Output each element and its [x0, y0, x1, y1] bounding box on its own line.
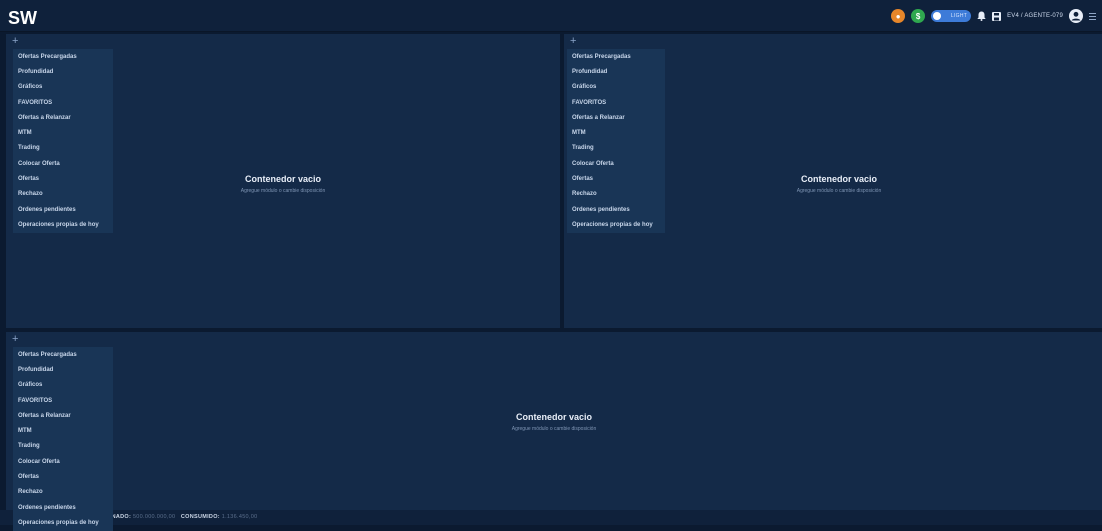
menu-item-trading[interactable]: Trading: [13, 439, 113, 454]
top-bar: SW ● $ LIGHT EV4 / AGENTE-079: [0, 0, 1102, 32]
theme-toggle-label: LIGHT: [950, 13, 968, 19]
empty-container-message: Contenedor vacio Agregue módulo o cambie…: [454, 412, 654, 432]
menu-item-graficos[interactable]: Gráficos: [567, 80, 665, 95]
menu-item-favoritos[interactable]: FAVORITOS: [567, 95, 665, 110]
budget-summary: GNADO: 500.000.000,00 CONSUMIDO: 1.136.4…: [107, 514, 257, 520]
menu-item-ofertas-precargadas[interactable]: Ofertas Precargadas: [13, 49, 113, 64]
menu-item-ofertas-precargadas[interactable]: Ofertas Precargadas: [13, 347, 113, 362]
container-top-left: + Ofertas Precargadas Profundidad Gráfic…: [6, 34, 560, 328]
dollar-icon[interactable]: $: [911, 9, 926, 23]
app-logo[interactable]: SW: [8, 5, 38, 27]
menu-item-ofertas-a-relanzar[interactable]: Ofertas a Relanzar: [13, 408, 113, 423]
consumed-value: 1.136.450,00: [221, 514, 258, 520]
menu-item-operaciones-propias[interactable]: Operaciones propias de hoy: [13, 217, 113, 232]
menu-item-ofertas[interactable]: Ofertas: [13, 469, 113, 484]
bell-icon[interactable]: [977, 11, 986, 21]
container-top-right: + Ofertas Precargadas Profundidad Gráfic…: [564, 34, 1102, 328]
menu-item-ofertas[interactable]: Ofertas: [13, 171, 113, 186]
menu-icon[interactable]: [1089, 12, 1096, 20]
status-bar: GNADO: 500.000.000,00 CONSUMIDO: 1.136.4…: [0, 510, 1102, 525]
empty-container-message: Contenedor vacio Agregue módulo o cambie…: [183, 174, 383, 194]
menu-item-rechazo[interactable]: Rechazo: [13, 187, 113, 202]
coin-icon[interactable]: ●: [891, 9, 906, 23]
toggle-knob: [933, 12, 942, 20]
empty-container-title: Contenedor vacio: [244, 174, 321, 184]
module-menu: Ofertas Precargadas Profundidad Gráficos…: [13, 49, 113, 233]
menu-item-rechazo[interactable]: Rechazo: [13, 485, 113, 500]
empty-container-subtitle: Agregue módulo o cambie disposición: [511, 426, 597, 432]
menu-item-mtm[interactable]: MTM: [13, 125, 113, 140]
menu-item-ofertas-a-relanzar[interactable]: Ofertas a Relanzar: [13, 110, 113, 125]
add-module-button[interactable]: +: [570, 36, 576, 47]
module-menu: Ofertas Precargadas Profundidad Gráficos…: [13, 347, 113, 531]
menu-item-profundidad[interactable]: Profundidad: [13, 64, 113, 79]
sw-logo-icon: SW: [8, 8, 37, 27]
menu-item-profundidad[interactable]: Profundidad: [567, 64, 665, 79]
menu-item-ordenes-pendientes[interactable]: Ordenes pendientes: [13, 500, 113, 515]
menu-item-ofertas[interactable]: Ofertas: [567, 171, 665, 186]
consumed-label: CONSUMIDO:: [180, 514, 220, 520]
menu-item-ordenes-pendientes[interactable]: Ordenes pendientes: [13, 202, 113, 217]
empty-container-subtitle: Agregue módulo o cambie disposición: [240, 188, 326, 194]
menu-item-favoritos[interactable]: FAVORITOS: [13, 95, 113, 110]
menu-item-ofertas-a-relanzar[interactable]: Ofertas a Relanzar: [567, 110, 665, 125]
theme-toggle[interactable]: LIGHT: [931, 10, 972, 22]
menu-item-ordenes-pendientes[interactable]: Ordenes pendientes: [567, 202, 665, 217]
menu-item-favoritos[interactable]: FAVORITOS: [13, 393, 113, 408]
menu-item-profundidad[interactable]: Profundidad: [13, 362, 113, 377]
menu-item-colocar-oferta[interactable]: Colocar Oferta: [13, 454, 113, 469]
menu-item-colocar-oferta[interactable]: Colocar Oferta: [567, 156, 665, 171]
menu-item-trading[interactable]: Trading: [567, 141, 665, 156]
menu-item-ofertas-precargadas[interactable]: Ofertas Precargadas: [567, 49, 665, 64]
add-module-button[interactable]: +: [12, 334, 18, 345]
empty-container-title: Contenedor vacio: [800, 174, 877, 184]
empty-container-subtitle: Agregue módulo o cambie disposición: [796, 188, 882, 194]
menu-item-rechazo[interactable]: Rechazo: [567, 187, 665, 202]
assigned-value: 500.000.000,00: [132, 514, 176, 520]
add-module-button[interactable]: +: [12, 36, 18, 47]
menu-item-colocar-oferta[interactable]: Colocar Oferta: [13, 156, 113, 171]
empty-container-message: Contenedor vacio Agregue módulo o cambie…: [739, 174, 939, 194]
svg-text:SW: SW: [8, 8, 37, 27]
user-icon[interactable]: [1069, 9, 1083, 23]
save-icon[interactable]: [992, 11, 1002, 21]
menu-item-graficos[interactable]: Gráficos: [13, 378, 113, 393]
module-menu: Ofertas Precargadas Profundidad Gráficos…: [567, 49, 665, 233]
menu-item-mtm[interactable]: MTM: [567, 125, 665, 140]
menu-item-operaciones-propias[interactable]: Operaciones propias de hoy: [13, 515, 113, 530]
empty-container-title: Contenedor vacio: [515, 412, 592, 422]
agent-label: EV4 / AGENTE-079: [1007, 13, 1063, 19]
menu-item-operaciones-propias[interactable]: Operaciones propias de hoy: [567, 217, 665, 232]
menu-item-mtm[interactable]: MTM: [13, 423, 113, 438]
menu-item-trading[interactable]: Trading: [13, 141, 113, 156]
container-bottom: + Ofertas Precargadas Profundidad Gráfic…: [6, 332, 1102, 531]
menu-item-graficos[interactable]: Gráficos: [13, 80, 113, 95]
